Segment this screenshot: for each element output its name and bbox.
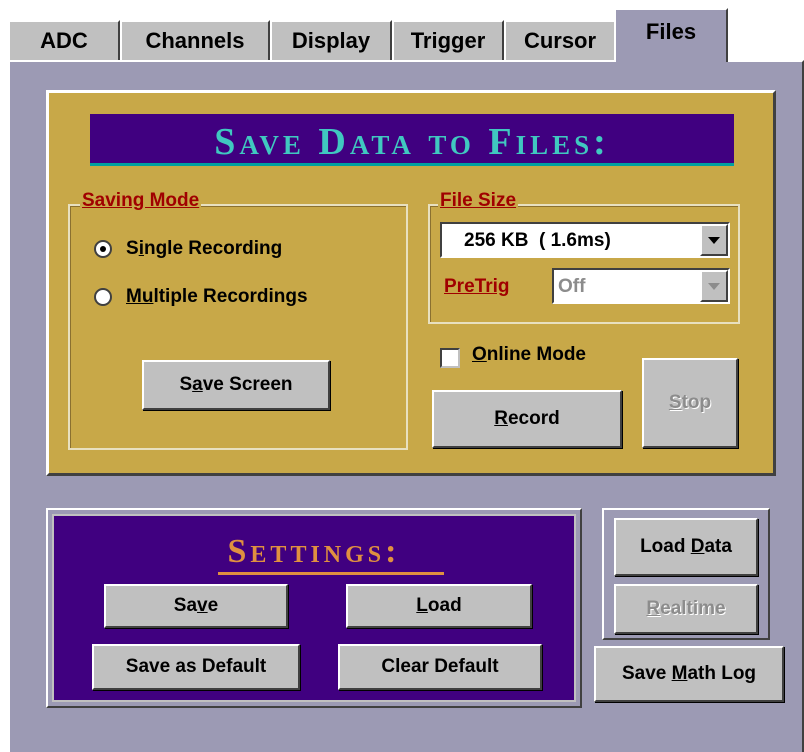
single-recording-label[interactable]: Single Recording — [126, 238, 282, 260]
online-mode-label[interactable]: Online Mode — [472, 344, 586, 366]
tab-cursor[interactable]: Cursor — [504, 20, 616, 60]
saving-mode-label: Saving Mode — [80, 190, 202, 212]
tab-label: Trigger — [410, 28, 486, 53]
multiple-recordings-label[interactable]: Multiple Recordings — [126, 286, 308, 308]
settings-save-button[interactable]: Sa v e — [104, 584, 288, 628]
chevron-down-icon[interactable] — [700, 270, 728, 302]
save-math-log-button[interactable]: Save Math Log — [594, 646, 784, 702]
tab-display[interactable]: Display — [270, 20, 392, 60]
realtime-button[interactable]: Realtime — [614, 584, 758, 634]
multiple-recordings-radio[interactable] — [94, 288, 112, 306]
pretrig-value: Off — [558, 276, 586, 297]
settings-load-button[interactable]: Load — [346, 584, 532, 628]
tab-channels[interactable]: Channels — [120, 20, 270, 60]
online-mode-checkbox[interactable] — [440, 348, 460, 368]
stop-button[interactable]: Stop — [642, 358, 738, 448]
pretrig-label: PreTrig — [442, 276, 512, 298]
file-size-label: File Size — [438, 190, 519, 212]
single-recording-radio[interactable] — [94, 240, 112, 258]
tab-label: Channels — [145, 28, 245, 53]
clear-default-button[interactable]: Clear Default — [338, 644, 542, 690]
file-size-value: 256 KB ( 1.6ms) — [464, 230, 611, 251]
save-as-default-button[interactable]: Save as Default — [92, 644, 300, 690]
settings-title-underline — [218, 572, 444, 575]
tab-trigger[interactable]: Trigger — [392, 20, 504, 60]
radio-selected-dot — [100, 246, 106, 252]
pretrig-select[interactable]: Off — [552, 268, 730, 304]
tab-label: Display — [291, 28, 371, 53]
file-size-select[interactable]: 256 KB ( 1.6ms) — [440, 222, 730, 258]
tab-files[interactable]: Files — [614, 8, 728, 62]
tab-adc[interactable]: ADC — [8, 20, 120, 60]
chevron-down-icon[interactable] — [700, 224, 728, 256]
record-button[interactable]: Record — [432, 390, 622, 448]
save-data-title: Save Data to Files: — [214, 121, 610, 163]
load-data-button[interactable]: Load Data — [614, 518, 758, 576]
settings-title: Settings: — [227, 533, 401, 570]
save-data-title-bar: Save Data to Files: — [90, 114, 734, 166]
tab-label: ADC — [40, 28, 88, 53]
save-screen-button[interactable]: Sa ve Screen — [142, 360, 330, 410]
tab-label: Cursor — [523, 28, 597, 53]
tab-label: Files — [645, 19, 697, 44]
